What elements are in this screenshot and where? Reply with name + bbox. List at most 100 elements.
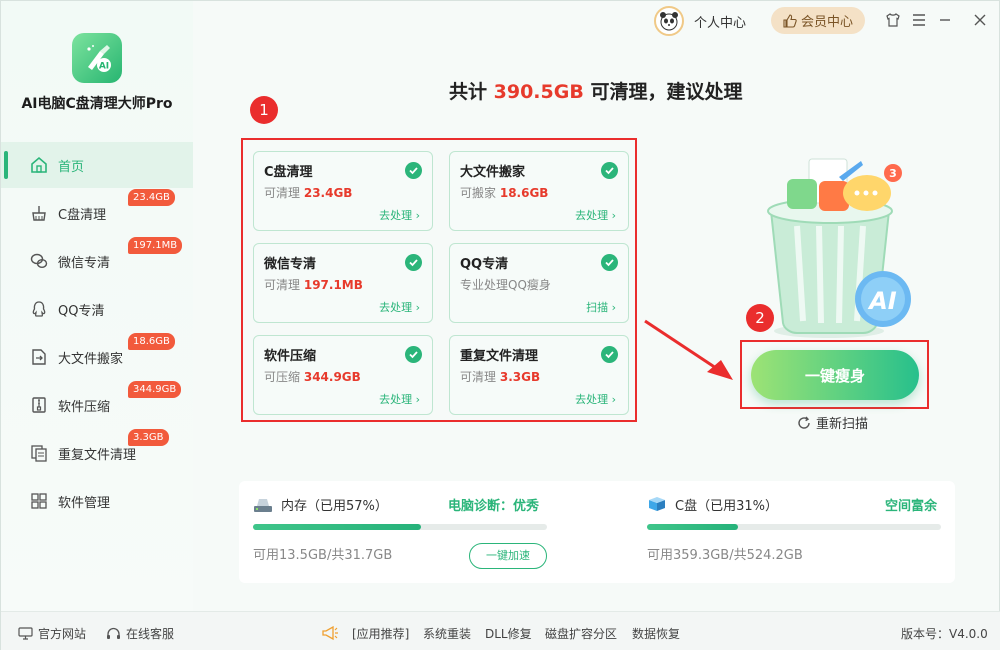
home-icon [29,155,49,175]
sidebar-item-label: 软件管理 [58,495,111,511]
headset-icon [106,627,121,641]
svg-text:AI: AI [99,62,109,72]
disk-title: C盘（已用31%） [647,495,778,514]
check-icon [601,346,618,363]
sidebar-item-label: QQ专清 [58,303,105,319]
marker-1: 1 [250,96,278,124]
disk-title-label: C盘（已用31%） [675,499,778,514]
card-desc: 可清理 197.1MB [264,276,363,293]
check-icon [405,346,422,363]
compress-badge: 344.9GB [128,381,182,398]
app-name: AI电脑C盘清理大师Pro [21,96,173,112]
trash-bin-illustration: 3 AI [767,158,911,338]
card-action-link[interactable]: 扫描 › [586,299,616,315]
card-desc: 可搬家 18.6GB [460,184,548,201]
refresh-icon [797,416,811,430]
card-compress[interactable]: 软件压缩 可压缩 344.9GB 去处理 › [253,335,433,415]
card-action-link[interactable]: 去处理 › [379,207,420,223]
disk-usage-bar [647,524,941,530]
duplicate-badge: 3.3GB [128,429,169,446]
app-logo: AI [72,33,122,83]
online-support-link[interactable]: 在线客服 [106,625,174,642]
avatar[interactable] [654,6,684,36]
footer-bar: 官方网站 在线客服 [应用推荐] 系统重装 DLL修复 磁盘扩容分区 数据恢复 … [1,611,1000,650]
maximize-box-icon[interactable] [942,11,960,29]
card-title: 微信专清 [264,257,317,272]
disk-status: 空间富余 [885,499,938,514]
card-action-link[interactable]: 去处理 › [575,391,616,407]
card-desc-label: 可搬家 [460,186,497,200]
card-action-link[interactable]: 去处理 › [379,391,420,407]
card-desc: 可压缩 344.9GB [264,368,361,385]
sidebar-item-qq[interactable]: QQ专清 [1,286,193,332]
monitor-icon [18,627,33,640]
memory-icon [253,497,273,513]
official-website-label: 官方网站 [38,627,87,641]
sidebar-item-label: 微信专清 [58,255,111,271]
diagnosis-status: 电脑诊断：优秀 [448,499,540,514]
headline: 共计 390.5GB 可清理，建议处理 [449,77,742,104]
rescan-link[interactable]: 重新扫描 [797,413,868,432]
rescan-label: 重新扫描 [816,417,869,432]
sidebar-item-software[interactable]: 软件管理 [1,478,193,524]
card-qq[interactable]: QQ专清 专业处理QQ瘦身 扫描 › [449,243,629,323]
check-icon [405,162,422,179]
vip-center-label: 会员中心 [800,15,853,30]
headline-amount: 390.5GB [493,81,584,103]
disk-usage-fill [647,524,739,530]
thumbs-up-icon [783,13,797,28]
app-recommend-label: [应用推荐] [352,627,410,641]
sidebar-item-home[interactable]: 首页 [1,142,193,188]
disk-drive-icon [647,496,667,513]
version-label: 版本号：V4.0.0 [901,627,988,641]
footer-link-reinstall[interactable]: 系统重装 [423,625,471,642]
card-title: C盘清理 [264,165,313,180]
memory-usage-fill [253,524,421,530]
memory-title: 内存（已用57%） [253,495,388,514]
sidebar-item-label: C盘清理 [58,207,107,223]
card-duplicate[interactable]: 重复文件清理 可清理 3.3GB 去处理 › [449,335,629,415]
card-wechat[interactable]: 微信专清 可清理 197.1MB 去处理 › [253,243,433,323]
system-stats-panel: 内存（已用57%） 电脑诊断：优秀 可用13.5GB/共31.7GB 一键加速 … [239,481,955,583]
sidebar-item-label: 重复文件清理 [58,447,137,463]
duplicate-file-icon [29,443,49,463]
one-click-accelerate-button[interactable]: 一键加速 [469,543,547,569]
qq-icon [29,299,49,319]
skin-icon[interactable] [884,11,902,29]
title-bar: 个人中心 会员中心 [641,1,1000,41]
big-files-badge: 18.6GB [128,333,175,350]
footer-link-dll-repair[interactable]: DLL修复 [485,625,532,642]
memory-usage-bar [253,524,547,530]
sidebar: AI AI电脑C盘清理大师Pro 首页 C盘清理 23.4GB 微信专清 197… [1,1,193,611]
footer-link-data-recovery[interactable]: 数据恢复 [632,625,680,642]
card-action-link[interactable]: 去处理 › [379,299,420,315]
one-click-slim-button[interactable]: 一键瘦身 [751,350,919,400]
c-clean-badge: 23.4GB [128,189,175,206]
check-icon [405,254,422,271]
card-value: 3.3GB [499,370,541,384]
card-action-link[interactable]: 去处理 › [575,207,616,223]
memory-title-label: 内存（已用57%） [281,499,388,514]
apps-grid-icon [29,491,49,511]
footer-link-disk-partition[interactable]: 磁盘扩容分区 [545,625,617,642]
pointer-arrow [644,319,733,380]
broom-icon [29,203,49,223]
user-center-link[interactable]: 个人中心 [694,12,746,31]
card-value: 18.6GB [499,186,549,200]
card-title: QQ专清 [460,257,509,272]
megaphone-icon [321,625,339,641]
card-desc-label: 可清理 [460,370,497,384]
card-title: 软件压缩 [264,349,317,364]
headline-prefix: 共计 [449,81,488,103]
official-website-link[interactable]: 官方网站 [18,625,86,642]
marker-2: 2 [746,304,774,332]
card-c-clean[interactable]: C盘清理 可清理 23.4GB 去处理 › [253,151,433,231]
vip-center-button[interactable]: 会员中心 [771,7,865,34]
card-big-files[interactable]: 大文件搬家 可搬家 18.6GB 去处理 › [449,151,629,231]
headline-suffix: 可清理，建议处理 [590,81,743,103]
card-desc: 可清理 23.4GB [264,184,352,201]
card-desc: 可清理 3.3GB [460,368,540,385]
close-icon[interactable] [971,11,989,29]
menu-icon[interactable] [910,11,928,29]
card-desc-label: 可压缩 [264,370,301,384]
